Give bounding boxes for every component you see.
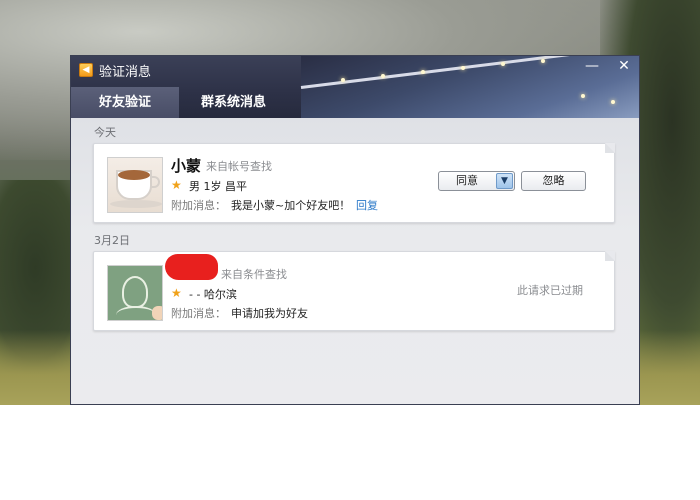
bridge-light	[341, 78, 345, 82]
agree-button[interactable]: 同意	[439, 172, 495, 190]
minimize-button[interactable]: —	[579, 58, 605, 76]
friend-request-card: 小蒙 来自帐号查找 ★ 男 1岁 昌平 附加消息： 我是小蒙~加个好友吧！ 回复…	[93, 143, 615, 223]
minimize-icon: —	[585, 58, 599, 74]
tab-friend-verification[interactable]: 好友验证	[71, 87, 179, 118]
request-message: 我是小蒙~加个好友吧！	[231, 199, 351, 212]
requester-info: 男 1岁 昌平	[189, 180, 247, 193]
card-fold-corner	[605, 143, 615, 153]
friend-request-card: 来自条件查找 ★ - - 哈尔滨 附加消息： 申请加我为好友 此请求已过期	[93, 251, 615, 331]
section-date-label: 今天	[94, 126, 116, 139]
bridge-light	[421, 70, 425, 74]
request-source: 来自帐号查找	[206, 160, 272, 173]
message-list: 今天 小蒙 来自帐号查找 ★ 男 1岁 昌平 附加消息： 我是小蒙~加个好友吧！…	[71, 118, 639, 404]
section-date-label: 3月2日	[94, 234, 130, 247]
card-fold-corner	[605, 251, 615, 261]
avatar-coffee	[118, 170, 150, 180]
message-label: 附加消息：	[171, 199, 226, 212]
bridge-light	[541, 59, 545, 63]
bridge-light	[501, 62, 505, 66]
request-source: 来自条件查找	[221, 268, 287, 281]
bridge-light	[581, 94, 585, 98]
requester-info: - - 哈尔滨	[189, 288, 237, 301]
star-icon: ★	[171, 178, 182, 192]
close-button[interactable]: ✕	[611, 58, 637, 76]
tab-group-system-messages[interactable]: 群系统消息	[187, 87, 280, 118]
avatar[interactable]	[107, 157, 163, 213]
close-icon: ✕	[618, 58, 630, 74]
star-icon: ★	[171, 286, 182, 300]
avatar-cup-handle	[150, 176, 160, 188]
verification-dialog: ◀ 验证消息 — ✕ 好友验证 群系统消息 今天 小蒙 来自帐号查找 ★ 男 1…	[70, 55, 640, 405]
avatar-chalk-head	[122, 276, 148, 308]
redaction-mark	[165, 254, 218, 280]
dropdown-arrow-icon[interactable]: ▼	[496, 173, 513, 189]
agree-split-button: 同意 ▼	[438, 171, 515, 191]
dialog-header[interactable]: ◀ 验证消息 — ✕ 好友验证 群系统消息	[71, 56, 639, 118]
window-title: 验证消息	[99, 65, 152, 80]
avatar-hand	[152, 306, 162, 320]
bridge-light	[611, 100, 615, 104]
bridge-light	[461, 66, 465, 70]
avatar[interactable]	[107, 265, 163, 321]
message-label: 附加消息：	[171, 307, 226, 320]
avatar-saucer	[110, 200, 162, 208]
expired-status: 此请求已过期	[517, 284, 583, 297]
speaker-icon: ◀	[79, 63, 93, 77]
request-message: 申请加我为好友	[231, 307, 308, 320]
bridge-light	[381, 74, 385, 78]
reply-link[interactable]: 回复	[356, 197, 378, 213]
requester-name[interactable]: 小蒙	[171, 155, 201, 176]
avatar-chalk-shoulders	[116, 306, 156, 320]
ignore-button[interactable]: 忽略	[521, 171, 586, 191]
